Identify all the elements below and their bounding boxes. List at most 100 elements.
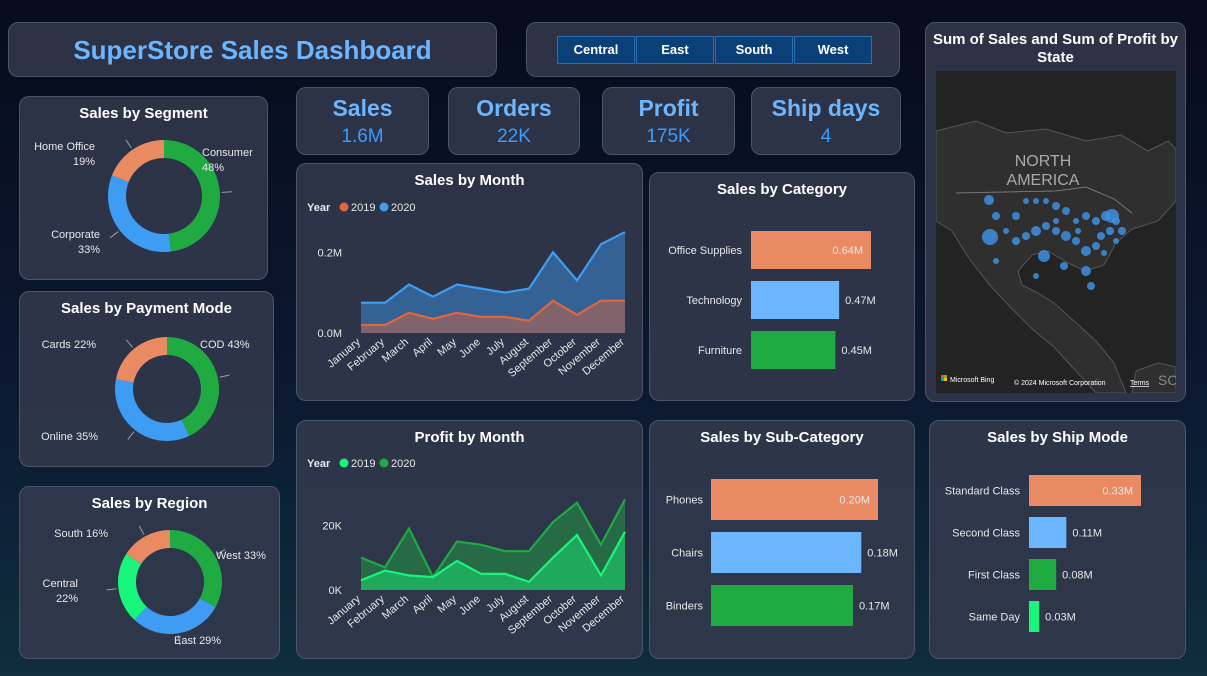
category-value-label: 0.64M	[832, 245, 863, 257]
state-bubble[interactable]	[1042, 222, 1050, 230]
map-region-label-south: SOU	[1158, 372, 1176, 388]
state-bubble[interactable]	[1012, 212, 1020, 220]
state-bubble[interactable]	[1033, 198, 1039, 204]
subcat-bar-chairs[interactable]	[711, 532, 862, 573]
shipmode-bar-second-class[interactable]	[1029, 517, 1067, 548]
region-slice-west[interactable]	[170, 530, 222, 608]
region-chart-card: Sales by Region West 33% East 29% Central 2…	[19, 486, 280, 659]
state-bubble[interactable]	[1038, 250, 1050, 262]
state-bubble[interactable]	[993, 258, 999, 264]
state-bubble[interactable]	[1052, 227, 1060, 235]
state-bubble[interactable]	[1081, 246, 1091, 256]
microsoft-logo-icon-b	[944, 375, 947, 378]
microsoft-logo-icon-d	[944, 378, 947, 381]
sales_month-legend-marker	[339, 202, 349, 212]
payment-leader-line	[219, 374, 230, 378]
kpi-orders-value: 22K	[497, 126, 531, 147]
microsoft-logo-icon	[941, 375, 944, 378]
state-bubble[interactable]	[1023, 198, 1029, 204]
category-value-label: 0.45M	[841, 345, 872, 357]
state-bubble[interactable]	[984, 195, 994, 205]
subcat-category-label: Binders	[666, 601, 704, 613]
kpi-shipdays-card: Ship days 4	[751, 87, 901, 155]
state-bubble[interactable]	[1087, 282, 1095, 290]
slicer-east-button[interactable]: East	[636, 36, 714, 64]
state-bubble[interactable]	[1113, 238, 1119, 244]
profit_month-legend-label[interactable]: 2019	[351, 458, 375, 470]
payment-slice-cards[interactable]	[115, 337, 167, 383]
profit_month-legend-label[interactable]: 2020	[391, 458, 415, 470]
sales_month-legend-label[interactable]: 2020	[391, 202, 415, 214]
state-bubble[interactable]	[1072, 237, 1080, 245]
segment-leader-line	[125, 139, 132, 149]
shipmode-bar-same-day[interactable]	[1029, 601, 1040, 632]
state-bubble[interactable]	[1082, 212, 1090, 220]
shipmode-value-label: 0.08M	[1062, 570, 1093, 582]
state-bubble[interactable]	[1012, 237, 1020, 245]
state-bubble[interactable]	[1106, 227, 1114, 235]
map-terms-link[interactable]: Terms	[1130, 380, 1150, 387]
region-slice-central[interactable]	[117, 554, 147, 620]
kpi-profit-value: 175K	[646, 126, 691, 147]
payment-slice-cod[interactable]	[167, 337, 220, 437]
payment-slice-online[interactable]	[115, 379, 190, 441]
state-bubble[interactable]	[1092, 217, 1100, 225]
subcat-value-label: 0.17M	[859, 601, 890, 613]
shipmode-bar-first-class[interactable]	[1029, 559, 1057, 590]
kpi-shipdays-label: Ship days	[771, 95, 881, 121]
title-card: SuperStore Sales Dashboard	[8, 22, 497, 77]
state-bubble[interactable]	[992, 212, 1000, 220]
state-bubble[interactable]	[1073, 218, 1079, 224]
sales_month-legend-title: Year	[307, 202, 331, 214]
state-bubble[interactable]	[1097, 232, 1105, 240]
state-bubble[interactable]	[982, 229, 998, 245]
segment-slice-label: Consumer 48%	[202, 147, 253, 174]
state-bubble[interactable]	[1092, 242, 1100, 250]
map-brand: Microsoft Bing	[950, 377, 994, 384]
shipmode-bar-chart: Standard Class 0.33M Second Class 0.11M Firs…	[945, 475, 1141, 632]
state-bubble[interactable]	[1031, 226, 1041, 236]
state-bubble[interactable]	[1003, 228, 1009, 234]
profit_month-y-tick: 20K	[322, 520, 342, 532]
state-bubble[interactable]	[1053, 218, 1059, 224]
segment-slice-home-office[interactable]	[111, 140, 164, 183]
state-bubble[interactable]	[1081, 266, 1091, 276]
region-slice-label: Central 22%	[43, 578, 79, 605]
segment-slice-corporate[interactable]	[107, 175, 172, 252]
state-bubble[interactable]	[1112, 217, 1120, 225]
state-bubble[interactable]	[1033, 273, 1039, 279]
region-slice-label: West 33%	[216, 550, 266, 562]
state-bubble[interactable]	[1061, 231, 1071, 241]
category-bar-technology[interactable]	[751, 281, 840, 319]
subcat-bar-binders[interactable]	[711, 585, 853, 626]
category-bar-furniture[interactable]	[751, 331, 836, 369]
category-chart-card: Sales by Category Office Supplies 0.64M Te…	[649, 172, 915, 401]
region-slice-label: South 16%	[54, 528, 108, 540]
state-bubble[interactable]	[1118, 227, 1126, 235]
segment-leader-line	[221, 191, 232, 193]
sales-month-area-chart: Year 2019 20200.0M0.2MJanuaryFebruaryMarch…	[307, 202, 627, 380]
state-bubble[interactable]	[1075, 228, 1081, 234]
map-region-label-north: NORTH	[1015, 153, 1072, 170]
segment-slice-label: Home Office 19%	[34, 141, 95, 168]
slicer-west-button[interactable]: West	[794, 36, 872, 64]
payment-slice-label: Cards 22%	[42, 339, 97, 351]
segment-leader-line	[109, 231, 119, 239]
segment-donut-chart: Consumer 48% Corporate 33% Home Office 19%	[34, 139, 253, 256]
state-bubble[interactable]	[1043, 198, 1049, 204]
state-bubble[interactable]	[1052, 202, 1060, 210]
state-bubble[interactable]	[1022, 232, 1030, 240]
category-value-label: 0.47M	[845, 295, 876, 307]
state-bubble[interactable]	[1101, 250, 1107, 256]
sales_month-legend-label[interactable]: 2019	[351, 202, 375, 214]
profit-month-card: Profit by Month Year 2019 2020 0K 20K January…	[296, 420, 643, 659]
category-category-label: Technology	[686, 295, 742, 307]
slicer-south-button[interactable]: South	[715, 36, 793, 64]
region-slice-east[interactable]	[134, 598, 216, 634]
microsoft-logo-icon-c	[941, 378, 944, 381]
state-bubble[interactable]	[1062, 207, 1070, 215]
segment-slice-label: Corporate 33%	[51, 229, 100, 256]
slicer-central-button[interactable]: Central	[557, 36, 635, 64]
state-bubble-map[interactable]: NORTH AMERICA SOU Microsoft Bing © 2024 …	[936, 71, 1176, 393]
state-bubble[interactable]	[1060, 262, 1068, 270]
